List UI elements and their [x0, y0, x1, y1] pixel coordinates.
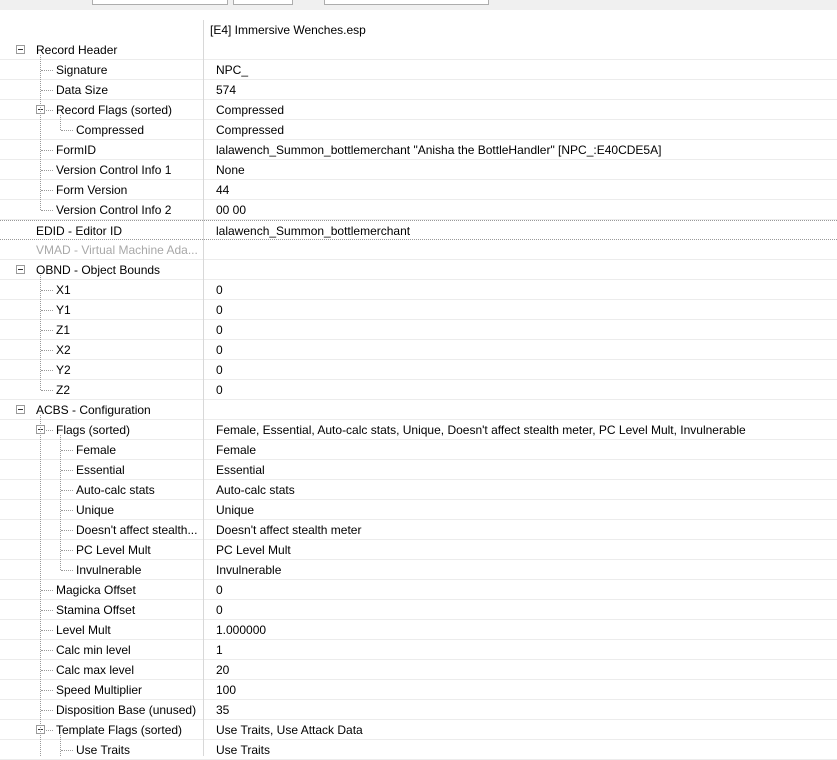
tree-row[interactable]: Y1 0 — [0, 300, 837, 320]
tree-row[interactable]: Version Control Info 1 None — [0, 160, 837, 180]
tree-row[interactable]: X1 0 — [0, 280, 837, 300]
collapse-toggle[interactable] — [16, 405, 25, 414]
tree-row[interactable]: Z1 0 — [0, 320, 837, 340]
toolbar-strip — [0, 0, 837, 10]
tree-row[interactable]: Compressed Compressed — [0, 120, 837, 140]
tree-row[interactable]: Stamina Offset 0 — [0, 600, 837, 620]
tree-row[interactable]: Essential Essential — [0, 460, 837, 480]
tree-row[interactable]: Calc max level 20 — [0, 660, 837, 680]
tree-row[interactable]: Calc min level 1 — [0, 640, 837, 660]
tree-row[interactable]: Z2 0 — [0, 380, 837, 400]
filter-input-2[interactable] — [233, 0, 293, 5]
tree-row[interactable]: Template Flags (sorted) Use Traits, Use A… — [0, 720, 837, 740]
tree-row[interactable]: Y2 0 — [0, 360, 837, 380]
column-divider[interactable] — [203, 20, 204, 756]
tree-row[interactable]: OBND - Object Bounds — [0, 260, 837, 280]
filter-input-3[interactable] — [324, 0, 489, 5]
tree-row[interactable]: Female Female — [0, 440, 837, 460]
tree-row[interactable]: Invulnerable Invulnerable — [0, 560, 837, 580]
tree-row[interactable]: Flags (sorted) Female, Essential, Auto-ca… — [0, 420, 837, 440]
tree-row[interactable]: ACBS - Configuration — [0, 400, 837, 420]
tree-row[interactable]: Level Mult 1.000000 — [0, 620, 837, 640]
tree-row[interactable]: Magicka Offset 0 — [0, 580, 837, 600]
tree-row[interactable]: Auto-calc stats Auto-calc stats — [0, 480, 837, 500]
tree-row[interactable]: Data Size 574 — [0, 80, 837, 100]
tree-row[interactable]: Record Header — [0, 40, 837, 60]
tree-row[interactable]: Doesn't affect stealth... Doesn't affect … — [0, 520, 837, 540]
tree-row[interactable]: Speed Multiplier 100 — [0, 680, 837, 700]
tree-row[interactable]: FormID lalawench_Summon_bottlemerchant "A… — [0, 140, 837, 160]
tree-row[interactable]: EDID - Editor ID lalawench_Summon_bottlem… — [0, 220, 837, 240]
tree-row[interactable]: Unique Unique — [0, 500, 837, 520]
tree-row[interactable]: Record Flags (sorted) Compressed — [0, 100, 837, 120]
collapse-toggle[interactable] — [16, 265, 25, 274]
record-view-grid: [E4] Immersive Wenches.esp Record Header… — [0, 20, 837, 760]
collapse-toggle[interactable] — [36, 105, 45, 114]
filter-input-1[interactable] — [92, 0, 228, 5]
tree-row[interactable]: Version Control Info 2 00 00 — [0, 200, 837, 220]
collapse-toggle[interactable] — [36, 425, 45, 434]
tree-row[interactable]: Form Version 44 — [0, 180, 837, 200]
collapse-toggle[interactable] — [16, 45, 25, 54]
tree-row[interactable]: X2 0 — [0, 340, 837, 360]
collapse-toggle[interactable] — [36, 725, 45, 734]
file-column-header: [E4] Immersive Wenches.esp — [210, 23, 366, 37]
tree-row[interactable]: Disposition Base (unused) 35 — [0, 700, 837, 720]
tree-row[interactable]: Use Traits Use Traits — [0, 740, 837, 760]
tree-row[interactable]: PC Level Mult PC Level Mult — [0, 540, 837, 560]
tree-row[interactable]: VMAD - Virtual Machine Ada... — [0, 240, 837, 260]
tree-row[interactable]: Signature NPC_ — [0, 60, 837, 80]
column-header: [E4] Immersive Wenches.esp — [0, 20, 837, 40]
